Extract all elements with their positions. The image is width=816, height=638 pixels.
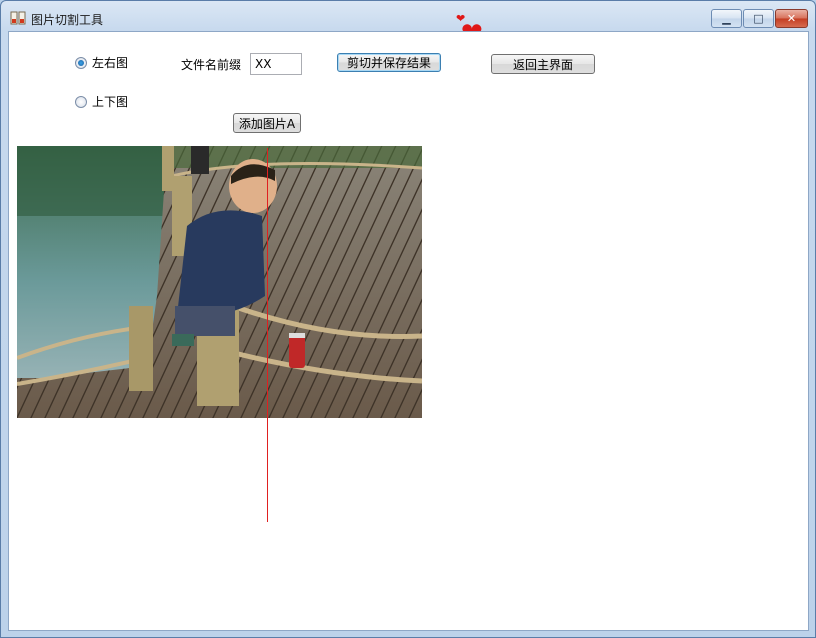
- radio-top-bottom-label: 上下图: [92, 95, 129, 109]
- radio-top-bottom[interactable]: 上下图: [75, 93, 128, 110]
- client-area: 左右图 上下图 文件名前缀 剪切并保存结果 返回主界面 添加图片A: [8, 31, 809, 631]
- radio-checked-indicator[interactable]: [75, 56, 87, 69]
- cut-save-button[interactable]: 剪切并保存结果: [337, 53, 441, 72]
- radio-left-right[interactable]: 左右图: [75, 54, 128, 71]
- radio-left-right-label: 左右图: [92, 56, 129, 70]
- minimize-button[interactable]: ▁: [711, 9, 742, 28]
- app-window: 图片切割工具 ▁ □ ✕ ❤ ❤ 左右图 上下图 文件名前缀 剪切并保存结果 返…: [0, 0, 816, 638]
- add-image-a-button[interactable]: 添加图片A: [233, 113, 301, 133]
- radio-unchecked-indicator[interactable]: [75, 95, 87, 108]
- prefix-input[interactable]: [250, 53, 302, 75]
- photo-preview: [17, 146, 422, 418]
- title-bar[interactable]: 图片切割工具 ▁ □ ✕: [1, 1, 815, 31]
- app-icon: [10, 11, 26, 25]
- maximize-button[interactable]: □: [743, 9, 774, 28]
- back-main-button[interactable]: 返回主界面: [491, 54, 595, 74]
- prefix-label: 文件名前缀: [181, 58, 242, 72]
- caption-buttons: ▁ □ ✕: [711, 9, 808, 28]
- window-title: 图片切割工具: [31, 13, 104, 27]
- close-button[interactable]: ✕: [775, 9, 808, 28]
- split-line[interactable]: [267, 148, 268, 522]
